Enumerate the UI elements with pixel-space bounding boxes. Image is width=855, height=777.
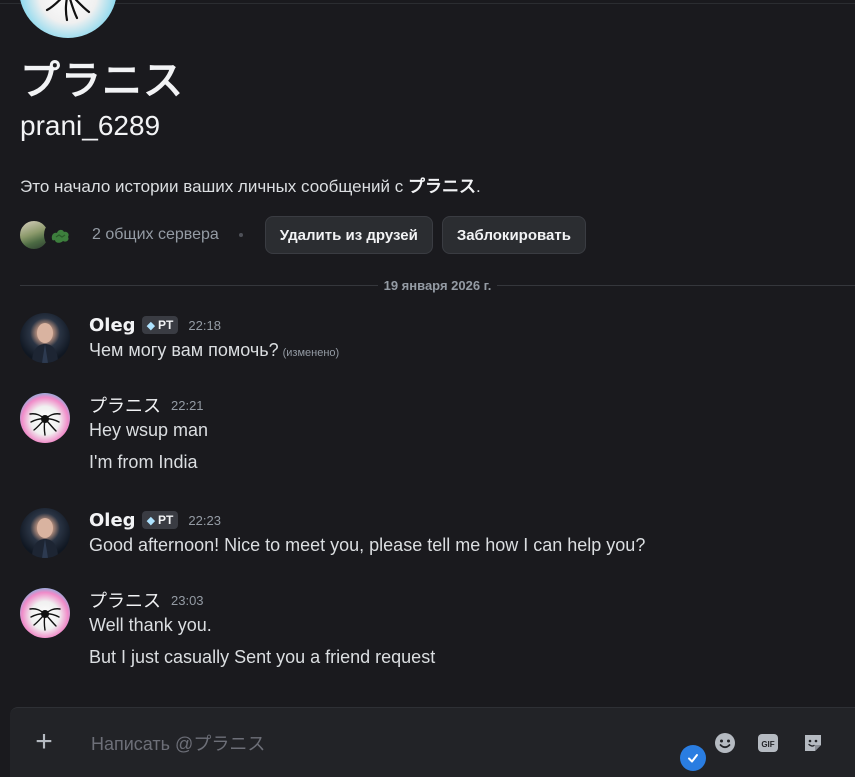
timestamp: 22:18 bbox=[188, 317, 221, 333]
sticker-icon[interactable] bbox=[800, 730, 826, 756]
intro-suffix: . bbox=[475, 177, 481, 196]
intro-name: プラニス bbox=[407, 177, 476, 197]
gif-icon[interactable]: GIF bbox=[755, 730, 781, 756]
check-badge-icon[interactable] bbox=[680, 745, 706, 771]
timestamp: 22:23 bbox=[188, 512, 221, 528]
separator-dot bbox=[238, 233, 243, 237]
message-text: Чем могу вам помочь? (изменено) bbox=[89, 340, 339, 361]
avatar[interactable] bbox=[20, 393, 70, 443]
message-line: Hey wsup man bbox=[89, 420, 209, 440]
plus-icon[interactable]: + bbox=[32, 727, 56, 757]
message-header: Oleg ◆ PT 22:23 bbox=[89, 508, 221, 532]
guild-tag-badge[interactable]: ◆ PT bbox=[141, 511, 179, 529]
top-divider bbox=[0, 3, 855, 4]
message-header: プラニス 23:03 bbox=[89, 588, 204, 612]
timestamp: 22:21 bbox=[171, 397, 204, 413]
guild-tag-label: PT bbox=[158, 513, 174, 527]
author-name[interactable]: Oleg bbox=[89, 510, 136, 531]
date-divider-line-left bbox=[20, 284, 378, 286]
message-line: Чем могу вам помочь? bbox=[89, 340, 279, 360]
edited-label: (изменено) bbox=[282, 347, 340, 359]
profile-display-name: プラニス bbox=[20, 58, 184, 104]
message-line: Well thank you. bbox=[89, 615, 212, 635]
guild-tag-badge[interactable]: ◆ PT bbox=[141, 316, 179, 334]
avatar[interactable] bbox=[20, 508, 70, 558]
mutual-row: 2 общих сервера Удалить из друзей Заблок… bbox=[18, 216, 586, 254]
message-line: Good afternoon! Nice to meet you, please… bbox=[89, 535, 646, 555]
timestamp: 23:03 bbox=[171, 592, 204, 608]
message-composer: + GIF bbox=[10, 707, 855, 777]
profile-avatar[interactable] bbox=[19, 0, 117, 38]
emoji-icon[interactable] bbox=[712, 730, 738, 756]
avatar[interactable] bbox=[20, 588, 70, 638]
message-header: Oleg ◆ PT 22:18 bbox=[89, 313, 221, 337]
author-name[interactable]: プラニス bbox=[89, 392, 161, 418]
mutual-servers-link[interactable]: 2 общих сервера bbox=[92, 226, 219, 244]
profile-username: prani_6289 bbox=[20, 110, 161, 141]
mutual-server-icon-2[interactable] bbox=[44, 219, 76, 251]
message-line: But I just casually Sent you a friend re… bbox=[89, 647, 436, 667]
block-button[interactable]: Заблокировать bbox=[441, 216, 586, 254]
gif-label: GIF bbox=[761, 740, 774, 749]
message-input[interactable] bbox=[89, 728, 653, 760]
gem-icon: ◆ bbox=[146, 514, 156, 527]
message-line: I'm from India bbox=[89, 452, 198, 472]
dm-channel: プラニス prani_6289 Это начало истории ваших… bbox=[0, 0, 855, 777]
author-name[interactable]: プラニス bbox=[89, 587, 161, 613]
intro-prefix: Это начало истории ваших личных сообщени… bbox=[20, 177, 408, 196]
remove-friend-button[interactable]: Удалить из друзей bbox=[264, 216, 433, 254]
date-divider-label: 19 января 2026 г. bbox=[383, 277, 492, 293]
guild-tag-label: PT bbox=[158, 318, 174, 332]
gem-icon: ◆ bbox=[146, 319, 156, 332]
author-name[interactable]: Oleg bbox=[89, 315, 136, 336]
date-divider: 19 января 2026 г. bbox=[20, 276, 855, 294]
dm-intro-text: Это начало истории ваших личных сообщени… bbox=[20, 172, 481, 197]
message-header: プラニス 22:21 bbox=[89, 393, 204, 417]
avatar[interactable] bbox=[20, 313, 70, 363]
date-divider-line-right bbox=[497, 284, 855, 286]
